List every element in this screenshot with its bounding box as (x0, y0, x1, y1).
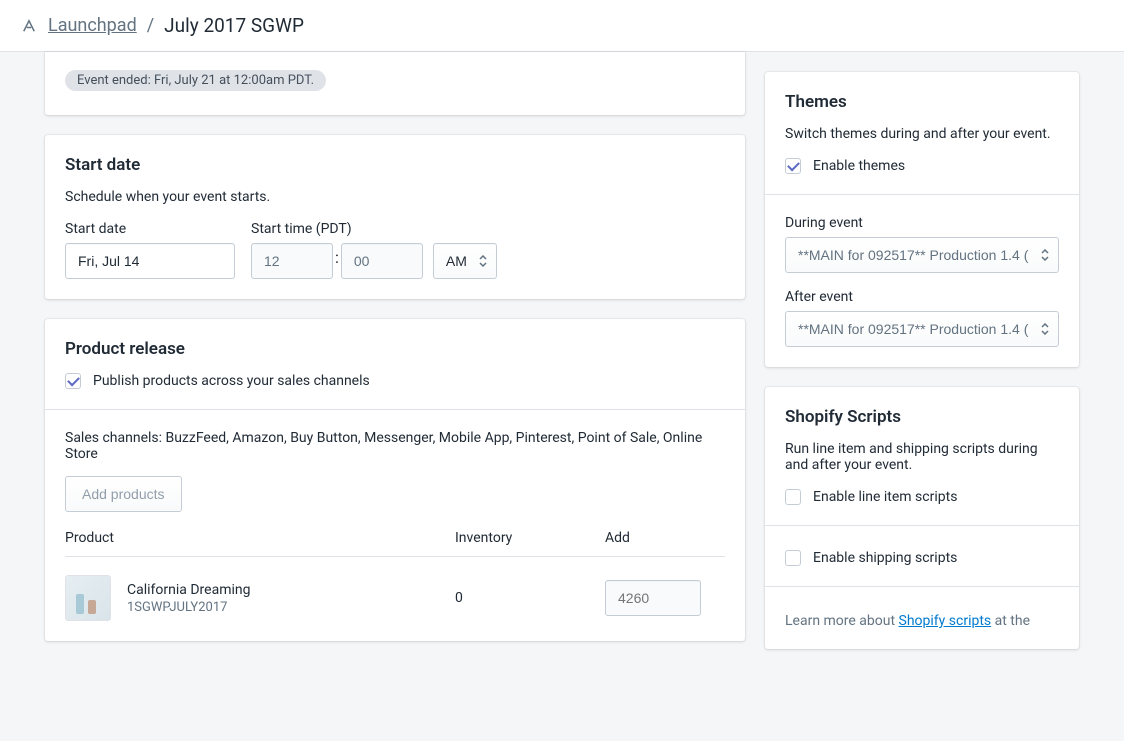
start-date-label: Start date (65, 221, 235, 237)
sales-channels-text: Sales channels: BuzzFeed, Amazon, Buy Bu… (65, 430, 725, 462)
launchpad-icon (20, 17, 38, 35)
event-status-card: Event ended: Fri, July 21 at 12:00am PDT… (45, 52, 745, 115)
product-release-card: Product release Publish products across … (45, 319, 745, 641)
publish-products-label: Publish products across your sales chann… (93, 373, 370, 389)
product-table: Product Inventory Add California Dreamin… (65, 530, 725, 621)
add-products-button[interactable]: Add products (65, 476, 182, 512)
scripts-learn-more: Learn more about Shopify scripts at the (785, 613, 1059, 629)
product-add-input[interactable] (605, 580, 701, 616)
themes-description: Switch themes during and after your even… (785, 126, 1059, 142)
enable-shipping-checkbox[interactable] (785, 550, 801, 566)
table-row: California Dreaming 1SGWPJULY2017 0 (65, 557, 725, 621)
page-title: July 2017 SGWP (164, 14, 304, 37)
enable-shipping-row[interactable]: Enable shipping scripts (785, 550, 1059, 566)
breadcrumb-app-link[interactable]: Launchpad (48, 15, 137, 36)
publish-products-checkbox[interactable] (65, 373, 81, 389)
ampm-select[interactable]: AM (433, 243, 497, 279)
enable-line-item-label: Enable line item scripts (813, 489, 957, 505)
product-name[interactable]: California Dreaming (127, 582, 250, 598)
breadcrumb: Launchpad / July 2017 SGWP (0, 0, 1124, 52)
product-sku: 1SGWPJULY2017 (127, 600, 250, 615)
enable-themes-row[interactable]: Enable themes (785, 158, 1059, 174)
themes-title: Themes (785, 92, 1059, 112)
during-event-select[interactable]: **MAIN for 092517** Production 1.4 ( (785, 237, 1059, 273)
product-inventory: 0 (455, 590, 595, 606)
start-time-label: Start time (PDT) (251, 221, 497, 237)
scripts-description: Run line item and shipping scripts durin… (785, 441, 1059, 473)
start-date-card: Start date Schedule when your event star… (45, 135, 745, 299)
start-minute-input[interactable] (341, 243, 423, 279)
start-hour-input[interactable] (251, 243, 333, 279)
enable-themes-label: Enable themes (813, 158, 905, 174)
enable-line-item-row[interactable]: Enable line item scripts (785, 489, 1059, 505)
col-product: Product (65, 530, 445, 546)
event-status-pill: Event ended: Fri, July 21 at 12:00am PDT… (65, 70, 326, 91)
product-thumbnail (65, 575, 111, 621)
product-release-title: Product release (65, 339, 725, 359)
during-event-label: During event (785, 215, 1059, 231)
start-date-title: Start date (65, 155, 725, 175)
time-colon: : (335, 248, 339, 275)
scripts-title: Shopify Scripts (785, 407, 1059, 427)
breadcrumb-separator: / (147, 15, 154, 36)
enable-shipping-label: Enable shipping scripts (813, 550, 957, 566)
start-date-description: Schedule when your event starts. (65, 189, 725, 205)
publish-products-checkbox-row[interactable]: Publish products across your sales chann… (65, 373, 725, 389)
shopify-scripts-link[interactable]: Shopify scripts (899, 613, 992, 629)
enable-line-item-checkbox[interactable] (785, 489, 801, 505)
scripts-card: Shopify Scripts Run line item and shippi… (765, 387, 1079, 649)
start-date-input[interactable] (65, 243, 235, 279)
after-event-label: After event (785, 289, 1059, 305)
after-event-select[interactable]: **MAIN for 092517** Production 1.4 ( (785, 311, 1059, 347)
enable-themes-checkbox[interactable] (785, 158, 801, 174)
col-inventory: Inventory (455, 530, 595, 546)
col-add: Add (605, 530, 725, 546)
themes-card: Themes Switch themes during and after yo… (765, 72, 1079, 367)
